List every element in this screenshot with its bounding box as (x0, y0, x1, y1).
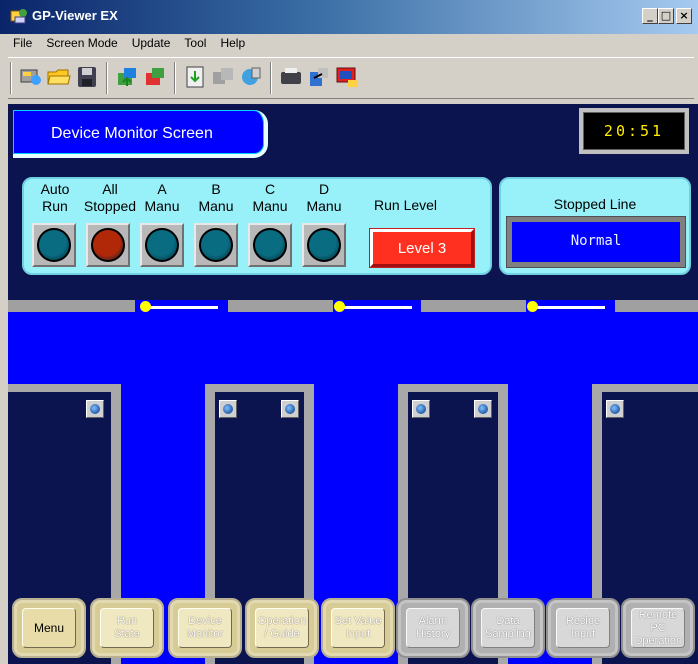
app-window: GP-Viewer EX _ □ × File Screen Mode Upda… (0, 0, 698, 664)
app-icon (10, 9, 27, 24)
nav-alarm-history-button[interactable]: Alarm History (396, 598, 470, 658)
line-rail (8, 300, 135, 312)
stopped-line-panel: Stopped Line Normal (499, 177, 691, 275)
a-manu-lamp[interactable] (140, 223, 184, 267)
minimize-button[interactable]: _ (642, 8, 658, 24)
d-manu-lamp[interactable] (302, 223, 346, 267)
all-stopped-lamp[interactable] (86, 223, 130, 267)
stopped-line-label: Stopped Line (553, 196, 637, 212)
copy-icon[interactable] (210, 64, 236, 90)
print-icon[interactable] (278, 64, 304, 90)
maximize-button[interactable]: □ (658, 8, 674, 24)
line-segment (533, 306, 605, 309)
station-switch-icon[interactable] (474, 400, 492, 418)
upload-icon[interactable] (114, 64, 140, 90)
connect-icon[interactable] (18, 64, 44, 90)
auto-run-lamp[interactable] (32, 223, 76, 267)
save-icon[interactable] (74, 64, 100, 90)
line-indicator-dot (334, 301, 345, 312)
nav-data-sampling-button[interactable]: Data Sampling (471, 598, 545, 658)
title-bar[interactable]: GP-Viewer EX _ □ × (0, 0, 698, 34)
station-switch-icon[interactable] (606, 400, 624, 418)
lamp-label-b-manu: B Manu (198, 181, 234, 214)
line-segment (340, 306, 412, 309)
screen-title: Device Monitor Screen (51, 125, 213, 142)
b-manu-lamp[interactable] (194, 223, 238, 267)
station-switch-icon[interactable] (86, 400, 104, 418)
line-indicator-dot (527, 301, 538, 312)
device-monitor-screen: Device Monitor Screen 20:51 Auto Run All S… (8, 104, 698, 664)
screen-header: Device Monitor Screen (13, 110, 268, 158)
line-rail (615, 300, 698, 312)
open-folder-icon[interactable] (46, 64, 72, 90)
stopped-line-display: Normal (506, 216, 686, 268)
transfer-icon[interactable] (182, 64, 208, 90)
close-button[interactable]: × (676, 8, 692, 24)
run-mode-panel: Auto Run All Stopped A Manu B Manu C Manu D Ma… (22, 177, 492, 275)
nav-run-state-button[interactable]: Run State (90, 598, 164, 658)
nav-recipe-input-button[interactable]: Recipe Input (546, 598, 620, 658)
line-rail (421, 300, 526, 312)
lamp-label-all-stopped: All Stopped (83, 181, 137, 214)
toolbar (8, 57, 694, 99)
station-switch-icon[interactable] (281, 400, 299, 418)
camera-icon[interactable] (306, 64, 332, 90)
menu-update[interactable]: Update (132, 36, 171, 54)
station-switch-icon[interactable] (219, 400, 237, 418)
menu-file[interactable]: File (13, 36, 32, 54)
nav-bar: Menu Run State Device Monitor Operation / G… (8, 592, 698, 664)
clock-display: 20:51 (579, 108, 689, 154)
nav-remote-pc-operation-button[interactable]: Remote PC Operation (621, 598, 695, 658)
line-segment (146, 306, 218, 309)
lamp-label-c-manu: C Manu (252, 181, 288, 214)
nav-set-value-input-button[interactable]: Set Value Input (321, 598, 395, 658)
nav-operation-guide-button[interactable]: Operation / Guide (245, 598, 319, 658)
line-indicator-dot (140, 301, 151, 312)
menu-bar: File Screen Mode Update Tool Help (0, 36, 251, 54)
menu-screen-mode[interactable]: Screen Mode (46, 36, 117, 54)
line-rail (228, 300, 333, 312)
exit-icon[interactable] (334, 64, 360, 90)
download-icon[interactable] (142, 64, 168, 90)
nav-device-monitor-button[interactable]: Device Monitor (168, 598, 242, 658)
nav-menu-button[interactable]: Menu (12, 598, 86, 658)
station-switch-icon[interactable] (412, 400, 430, 418)
menu-help[interactable]: Help (220, 36, 245, 54)
lamp-label-d-manu: D Manu (306, 181, 342, 214)
menu-tool[interactable]: Tool (184, 36, 206, 54)
window-title: GP-Viewer EX (32, 8, 118, 23)
c-manu-lamp[interactable] (248, 223, 292, 267)
lamp-label-auto-run: Auto Run (40, 181, 70, 214)
stopped-line-value: Normal (570, 233, 622, 249)
lamp-label-a-manu: A Manu (144, 181, 180, 214)
run-level-button[interactable]: Level 3 (369, 228, 475, 268)
run-level-value: Level 3 (397, 240, 447, 257)
run-level-label: Run Level (374, 197, 438, 213)
clock-time: 20:51 (603, 122, 665, 140)
settings-icon[interactable] (238, 64, 264, 90)
